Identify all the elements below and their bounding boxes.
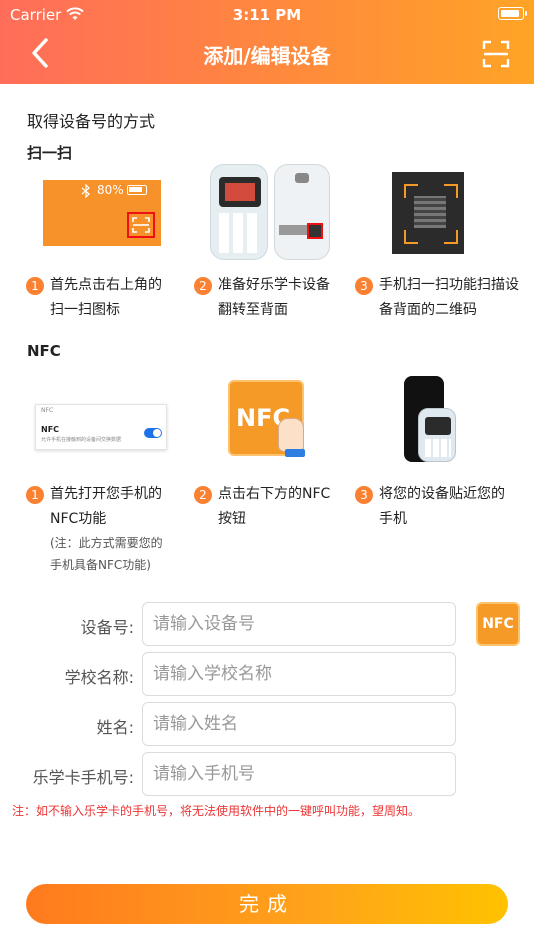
device-flip-illustration <box>208 164 332 264</box>
qr-scan-illustration <box>392 172 464 254</box>
status-bar: Carrier 3:11 PM <box>0 4 534 26</box>
battery-icon <box>498 7 527 20</box>
scan-icon[interactable] <box>482 40 510 68</box>
step-number: 2 <box>194 486 212 504</box>
nav-header: Carrier 3:11 PM 添加/编辑设备 <box>0 0 534 84</box>
step-text: 首先打开您手机的NFC功能 <box>50 486 162 527</box>
phone-battery-icon <box>127 185 147 195</box>
device-row: 设备号: 请输入设备号 NFC <box>0 602 534 646</box>
nfc-tap-illustration: NFC <box>228 380 316 468</box>
phone-input[interactable]: 请输入手机号 <box>142 752 456 796</box>
scan-step-3: 3 手机扫一扫功能扫描设备背面的二维码 <box>355 273 519 323</box>
nfc-step-2: 2 点击右下方的NFC按钮 <box>194 482 350 532</box>
device-input[interactable]: 请输入设备号 <box>142 602 456 646</box>
bluetooth-icon <box>81 184 90 198</box>
school-input[interactable]: 请输入学校名称 <box>142 652 456 696</box>
name-row: 姓名: 请输入姓名 <box>0 702 534 746</box>
step-text: 点击右下方的NFC按钮 <box>218 486 331 527</box>
hand-icon <box>278 418 305 457</box>
done-button[interactable]: 完成 <box>26 884 508 924</box>
scan-step-1: 1 首先点击右上角的扫一扫图标 <box>26 273 182 323</box>
step-text: 首先点击右上角的扫一扫图标 <box>50 277 162 318</box>
nfc-step-1: 1 首先打开您手机的NFC功能 (注：此方式需要您的手机具备NFC功能) <box>26 482 182 576</box>
nfc-section-title: NFC <box>27 342 61 360</box>
nfc-button[interactable]: NFC <box>476 602 520 646</box>
name-input[interactable]: 请输入姓名 <box>142 702 456 746</box>
step-number: 1 <box>26 277 44 295</box>
phone-row: 乐学卡手机号: 请输入手机号 <box>0 752 534 796</box>
page-title: 添加/编辑设备 <box>203 44 331 68</box>
step-number: 3 <box>355 277 373 295</box>
nfc-step-3: 3 将您的设备贴近您的手机 <box>355 482 511 532</box>
nfc-setting-header: NFC <box>41 407 54 414</box>
phone-scan-illustration: 80% <box>43 180 161 246</box>
phone-device-illustration <box>400 376 462 466</box>
methods-title: 取得设备号的方式 <box>27 112 156 131</box>
school-row: 学校名称: 请输入学校名称 <box>0 652 534 696</box>
scan-step-2: 2 准备好乐学卡设备翻转至背面 <box>194 273 350 323</box>
nfc-setting-desc: 允许手机在接触到的设备间交换数据 <box>41 437 122 443</box>
nfc-toggle <box>144 428 162 438</box>
device-label: 设备号: <box>80 618 134 637</box>
phone-battery-text: 80% <box>97 183 124 197</box>
nfc-setting-illustration: NFC NFC 允许手机在接触到的设备间交换数据 <box>35 404 167 450</box>
step-text: 将您的设备贴近您的手机 <box>379 486 505 527</box>
nfc-setting-title: NFC <box>41 425 60 434</box>
highlight-scan-icon <box>127 212 155 238</box>
step-number: 1 <box>26 486 44 504</box>
school-label: 学校名称: <box>64 668 134 687</box>
warning-text: 注：如不输入乐学卡的手机号，将无法使用软件中的一键呼叫功能，望周知。 <box>12 804 421 818</box>
phone-label: 乐学卡手机号: <box>32 768 134 787</box>
status-time: 3:11 PM <box>232 6 302 24</box>
name-label: 姓名: <box>96 718 134 737</box>
step-note: (注：此方式需要您的手机具备NFC功能) <box>50 536 163 572</box>
step-text: 准备好乐学卡设备翻转至背面 <box>218 277 330 318</box>
step-number: 3 <box>355 486 373 504</box>
step-number: 2 <box>194 277 212 295</box>
step-text: 手机扫一扫功能扫描设备背面的二维码 <box>379 277 519 318</box>
scan-section-title: 扫一扫 <box>27 144 73 162</box>
